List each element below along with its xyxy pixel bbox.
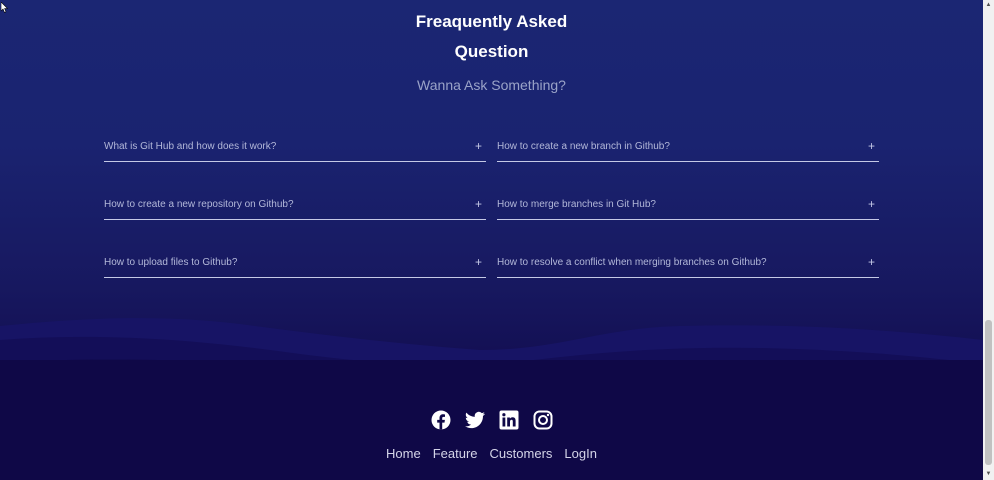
nav-link-login[interactable]: LogIn [564,446,597,461]
instagram-icon[interactable] [533,410,553,430]
faq-question: What is Git Hub and how does it work? [104,141,277,152]
faq-question: How to upload files to Github? [104,257,238,268]
facebook-icon[interactable] [431,410,451,430]
nav-link-feature[interactable]: Feature [433,446,478,461]
faq-question: How to create a new branch in Github? [497,141,670,152]
faq-title-line2: Question [454,42,529,61]
faq-title: Freaquently Asked [415,12,568,31]
scrollbar-thumb[interactable] [985,320,992,465]
plus-icon[interactable]: + [868,139,875,153]
plus-icon[interactable]: + [475,255,482,269]
scroll-up-arrow-icon[interactable]: ▲ [983,0,994,11]
nav-link-customers[interactable]: Customers [490,446,553,461]
faq-question: How to merge branches in Git Hub? [497,199,656,210]
faq-item[interactable]: How to create a new branch in Github? + [497,135,879,162]
vertical-scrollbar[interactable]: ▲ ▼ [983,0,994,480]
social-links [0,410,983,430]
footer-nav: Home Feature Customers LogIn [0,446,983,461]
faq-item[interactable]: How to upload files to Github? + [104,251,486,278]
faq-subtitle: Wanna Ask Something? [417,77,566,93]
faq-item[interactable]: How to create a new repository on Github… [104,193,486,220]
faq-item[interactable]: What is Git Hub and how does it work? + [104,135,486,162]
scroll-down-arrow-icon[interactable]: ▼ [983,469,994,480]
linkedin-icon[interactable] [499,410,519,430]
faq-question: How to resolve a conflict when merging b… [497,257,767,268]
faq-item[interactable]: How to merge branches in Git Hub? + [497,193,879,220]
plus-icon[interactable]: + [868,197,875,211]
page: Freaquently Asked Question Wanna Ask Som… [0,0,983,480]
mouse-cursor-icon [1,2,8,13]
plus-icon[interactable]: + [475,197,482,211]
plus-icon[interactable]: + [475,139,482,153]
faq-question: How to create a new repository on Github… [104,199,294,210]
plus-icon[interactable]: + [868,255,875,269]
twitter-icon[interactable] [464,410,485,430]
faq-item[interactable]: How to resolve a conflict when merging b… [497,251,879,278]
nav-link-home[interactable]: Home [386,446,421,461]
